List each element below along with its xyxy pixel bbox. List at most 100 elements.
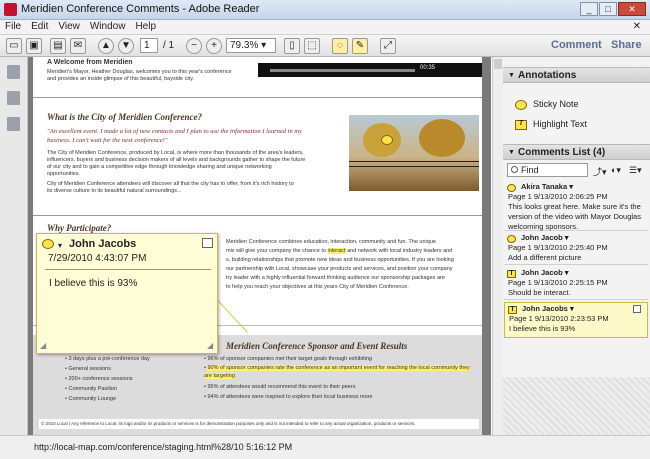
menu-edit[interactable]: Edit <box>26 20 53 33</box>
menu-file[interactable]: File <box>0 20 26 33</box>
save-icon[interactable]: ▣ <box>26 38 42 54</box>
comment-text: This looks great here. Make sure it's th… <box>508 202 641 231</box>
options-menu-icon[interactable]: ☰▾ <box>629 165 642 176</box>
close-button[interactable]: ✕ <box>618 2 646 16</box>
menu-view[interactable]: View <box>53 20 85 33</box>
email-icon[interactable]: ✉ <box>70 38 86 54</box>
highlight-text-tool[interactable]: T Highlight Text <box>515 119 587 130</box>
annotations-header[interactable]: ▼ Annotations <box>503 67 650 83</box>
testimonial-quote: "An excellent event. I made a lot of new… <box>47 128 302 144</box>
highlight-text-icon: T <box>507 270 516 278</box>
right-list-item: • 90% of sponsor companies rate the conf… <box>204 365 470 379</box>
why-text-line: our partnership with Local, showcase you… <box>226 266 453 272</box>
why-text: mix will give your company the chance to <box>226 248 328 254</box>
comments-list-header[interactable]: ▼ Comments List (4) <box>503 144 650 160</box>
status-bar: http://local-map.com/conference/staging.… <box>0 435 650 459</box>
sticky-note-tool[interactable]: Sticky Note <box>515 99 579 110</box>
why-text-line: Meridien Conference combines education, … <box>226 239 436 245</box>
maximize-button[interactable]: □ <box>599 2 617 16</box>
print-icon[interactable]: ▤ <box>50 38 66 54</box>
popup-text[interactable]: I believe this is 93% <box>49 278 137 289</box>
section-divider <box>33 97 482 98</box>
highlighted-text[interactable]: 90% of sponsor companies rate the confer… <box>204 365 470 379</box>
sticky-note-icon[interactable]: ◌ <box>332 38 348 54</box>
window-title: Meridien Conference Comments - Adobe Rea… <box>21 3 260 15</box>
filter-icon[interactable]: ◐▾ <box>611 165 621 176</box>
resize-handle-icon[interactable]: ◢ <box>207 342 215 350</box>
fit-width-icon[interactable]: ⬚ <box>304 38 320 54</box>
comment-item[interactable]: John Jacob ▾ Page 1 9/13/2010 2:25:40 PM… <box>504 232 648 265</box>
title-bar: Meridien Conference Comments - Adobe Rea… <box>0 0 650 20</box>
comment-text: Add a different picture <box>508 253 582 262</box>
comment-meta: Page 1 9/13/2010 2:23:53 PM <box>509 314 609 323</box>
page-thumbnails-icon[interactable] <box>7 65 20 79</box>
why-text: and network with local industry leaders … <box>345 248 453 254</box>
tree-shape <box>419 119 465 157</box>
read-mode-icon[interactable]: ⤢ <box>380 38 396 54</box>
welcome-title: A Welcome from Meridien <box>47 59 133 66</box>
why-text-line: try leader with a highly influential for… <box>226 275 445 281</box>
highlight-icon[interactable]: ✎ <box>352 38 368 54</box>
attachments-icon[interactable] <box>7 117 20 131</box>
video-progress-bar[interactable] <box>270 69 415 72</box>
video-time: 00:35 <box>420 65 436 71</box>
park-photo <box>349 115 479 191</box>
why-text-line: to help you reach your objectives at thi… <box>226 284 409 290</box>
why-heading: Why Participate? <box>47 223 112 233</box>
toolbar: ▭ ▣ ▤ ✉ ▲ ▼ 1 / 1 − + 79.3% ▾ ▯ ⬚ ◌ ✎ ⤢ … <box>0 35 650 57</box>
comment-item-selected[interactable]: T John Jacobs ▾ Page 1 9/13/2010 2:23:53… <box>504 302 648 338</box>
bookmarks-icon[interactable] <box>7 91 20 105</box>
popup-divider <box>45 269 211 270</box>
fit-page-icon[interactable]: ▯ <box>284 38 300 54</box>
collapse-triangle-icon[interactable]: ▼ <box>508 72 515 79</box>
sticky-note-label: Sticky Note <box>533 99 579 109</box>
comment-pane-button[interactable]: Comment <box>551 39 602 51</box>
find-placeholder: Find <box>521 165 539 175</box>
comment-meta: Page 1 9/13/2010 2:25:40 PM <box>508 243 608 252</box>
comment-note-icon[interactable] <box>381 135 393 145</box>
find-comments-input[interactable]: Find <box>507 163 588 177</box>
page-up-icon[interactable]: ▲ <box>98 38 114 54</box>
minimize-button[interactable]: _ <box>580 2 598 16</box>
comment-pane: ▼ Annotations Sticky Note T Highlight Tex… <box>503 57 650 435</box>
comment-checkbox[interactable] <box>633 305 641 313</box>
page-total: / 1 <box>163 40 175 51</box>
comment-meta: Page 1 9/13/2010 2:06:25 PM <box>508 192 608 201</box>
what-heading: What is the City of Meridien Conference? <box>47 112 202 122</box>
zoom-out-icon[interactable]: − <box>186 38 202 54</box>
share-pane-button[interactable]: Share <box>611 39 642 51</box>
comment-item[interactable]: Akira Tanaka ▾ Page 1 9/13/2010 2:06:25 … <box>504 181 648 231</box>
popup-close-button[interactable] <box>202 238 213 248</box>
comment-meta: Page 1 9/13/2010 2:25:15 PM <box>508 278 608 287</box>
video-player[interactable]: 00:35 <box>258 63 482 77</box>
sticky-note-icon <box>515 99 527 110</box>
zoom-select[interactable]: 79.3% ▾ <box>226 38 276 53</box>
document-close-button[interactable]: ✕ <box>628 20 646 33</box>
left-list-item: • Community Lounge <box>65 396 117 402</box>
page-down-icon[interactable]: ▼ <box>118 38 134 54</box>
highlight-text-label: Highlight Text <box>533 119 587 129</box>
annotations-label: Annotations <box>518 70 577 81</box>
footer-text: © 2010 Local | Any reference to Local, i… <box>39 419 479 429</box>
menu-help[interactable]: Help <box>130 20 161 33</box>
collapse-triangle-icon[interactable]: ▼ <box>508 149 515 156</box>
scrollbar-thumb[interactable] <box>494 59 502 69</box>
highlighted-word[interactable]: interact <box>327 248 346 254</box>
resize-handle-icon[interactable]: ◢ <box>40 342 48 350</box>
sticky-note-icon <box>507 184 516 192</box>
zoom-in-icon[interactable]: + <box>206 38 222 54</box>
highlight-text-icon: T <box>508 306 517 314</box>
open-icon[interactable]: ▭ <box>6 38 22 54</box>
vertical-scrollbar[interactable] <box>492 57 503 435</box>
comment-popup[interactable]: ▾ John Jacobs 7/29/2010 4:43:07 PM I bel… <box>36 233 218 354</box>
reply-icon[interactable]: ⤴▾ <box>593 165 607 178</box>
intro-paragraph: The City of Meridien Conference, produce… <box>47 150 306 177</box>
comment-author: John Jacob ▾ <box>521 268 569 277</box>
chevron-down-icon[interactable]: ▾ <box>58 241 62 250</box>
railing-shape <box>349 161 479 167</box>
menu-window[interactable]: Window <box>85 20 131 33</box>
comment-author: John Jacob ▾ <box>521 233 569 242</box>
comment-item[interactable]: T John Jacob ▾ Page 1 9/13/2010 2:25:15 … <box>504 267 648 300</box>
popup-author: John Jacobs <box>69 238 137 250</box>
page-number-input[interactable]: 1 <box>140 38 158 53</box>
